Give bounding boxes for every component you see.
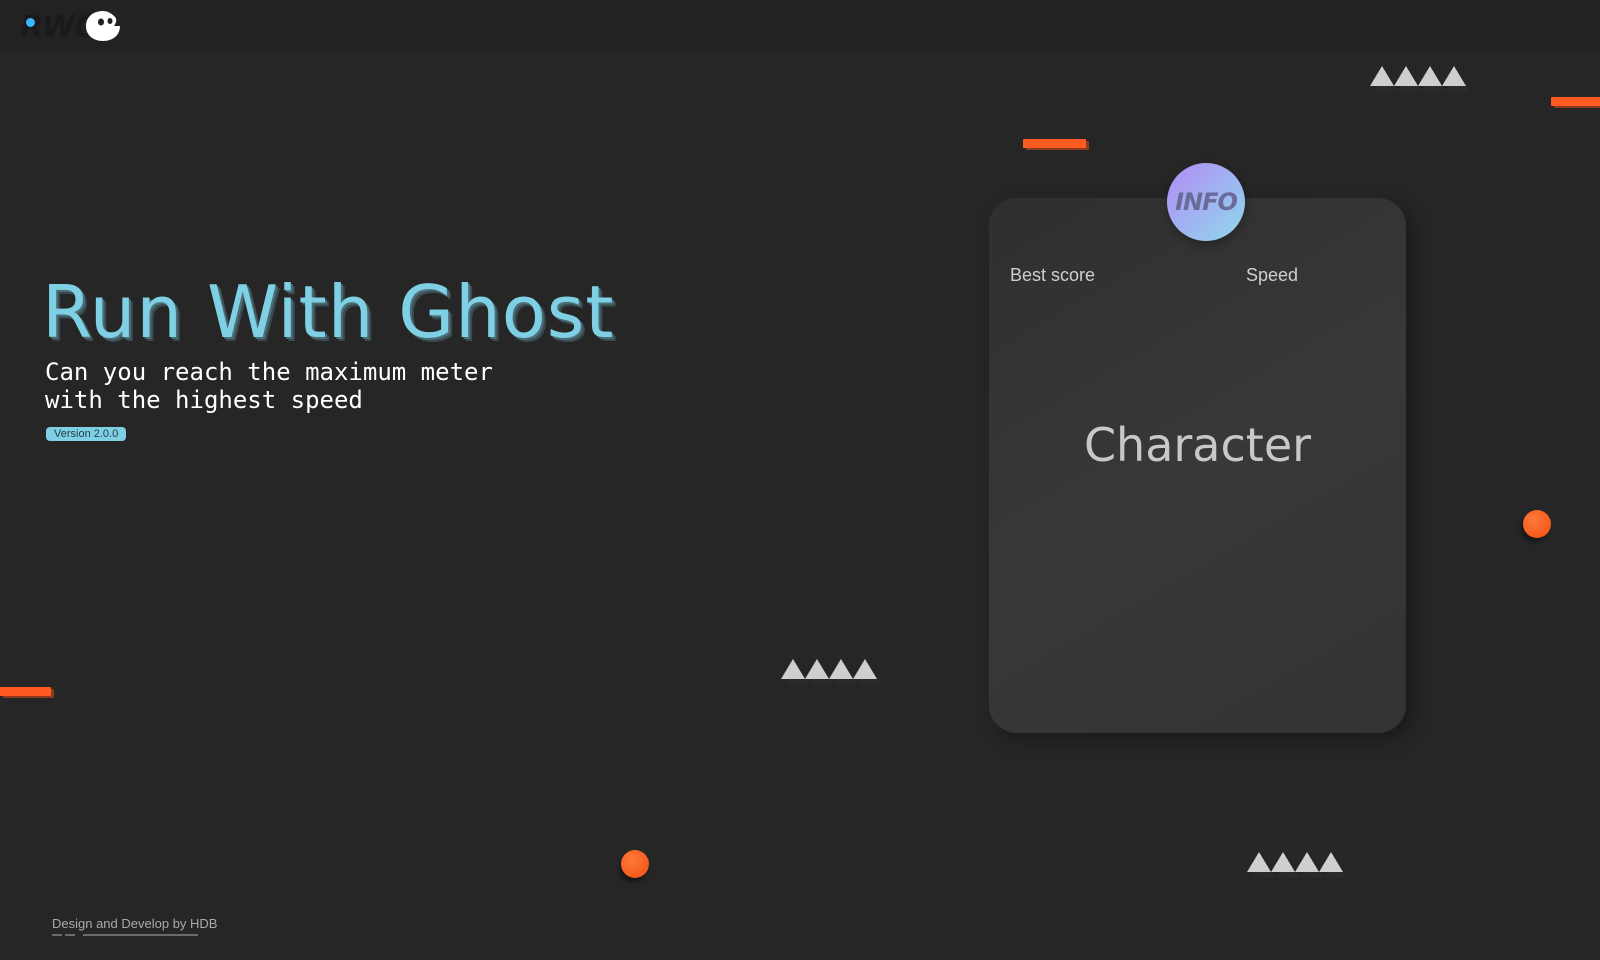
orange-ball-obstacle [621, 850, 649, 878]
version-badge: Version 2.0.0 [46, 427, 127, 441]
orange-bar-obstacle [1023, 139, 1086, 148]
logo-dot [26, 18, 35, 27]
character-label[interactable]: Character [989, 418, 1406, 472]
orange-ball-obstacle [1523, 510, 1551, 538]
app-logo[interactable]: RWG [20, 6, 130, 46]
game-subtitle: Can you reach the maximum meter with the… [45, 358, 493, 414]
speed-label: Speed [1246, 265, 1299, 285]
game-title: Run With Ghost [42, 270, 615, 354]
ghost-icon [86, 11, 120, 41]
footer-credit[interactable]: Design and Develop by HDB [52, 916, 217, 931]
footer-underline [52, 934, 62, 936]
info-badge[interactable]: INFO [1167, 163, 1245, 241]
footer-underline [83, 934, 198, 936]
spike-obstacle [1370, 66, 1470, 92]
spike-obstacle [1247, 852, 1347, 878]
info-badge-label: INFO [1175, 188, 1238, 216]
footer-underline [65, 934, 75, 936]
orange-bar-obstacle [0, 687, 51, 696]
top-bar: RWG [0, 0, 1600, 52]
best-score-label: Best score [1010, 265, 1096, 285]
orange-bar-obstacle [1551, 97, 1600, 106]
spike-obstacle [781, 659, 881, 685]
